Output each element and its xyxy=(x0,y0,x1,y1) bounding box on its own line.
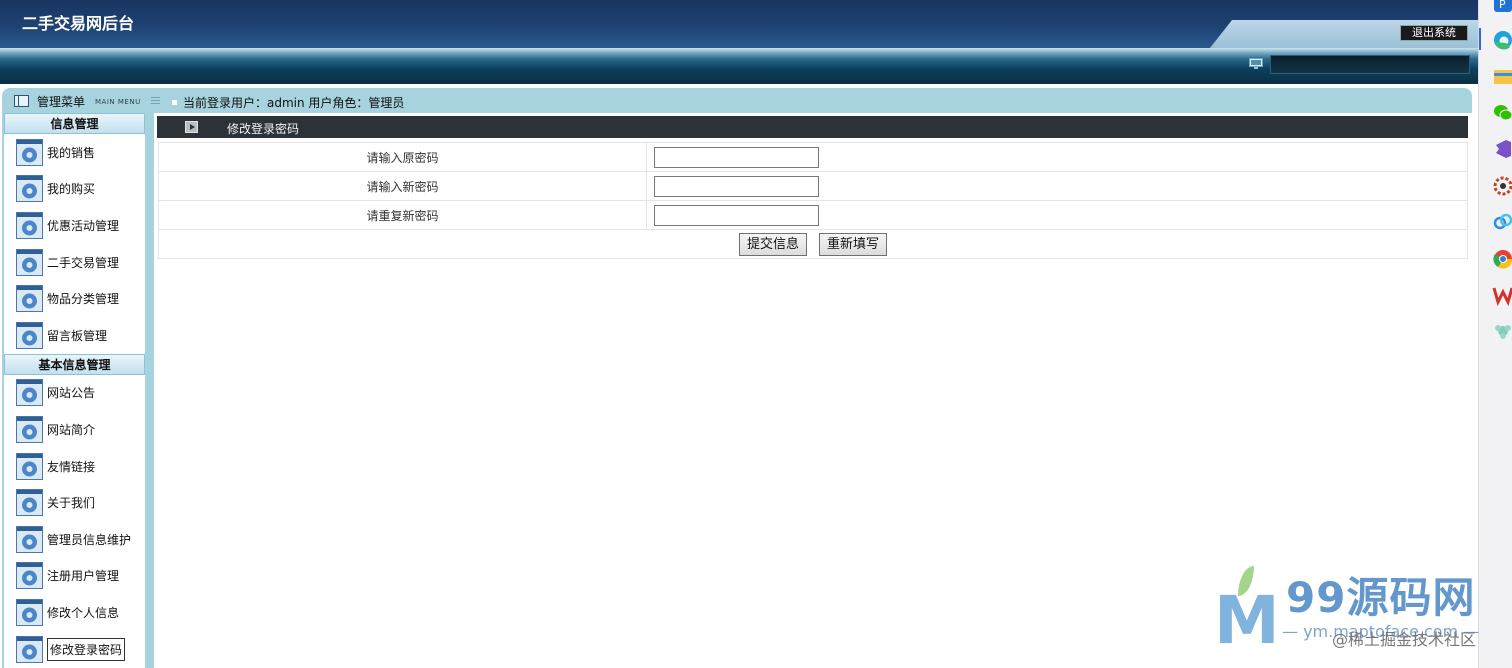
sidebar-item-about-us[interactable]: 关于我们 xyxy=(4,484,145,521)
p-app-icon[interactable]: P xyxy=(1492,0,1512,16)
panel-title: 修改登录密码 xyxy=(227,122,300,136)
repeat-password-label: 请重复新密码 xyxy=(158,200,647,230)
gear-window-icon xyxy=(16,562,43,590)
gear-window-icon xyxy=(16,285,43,313)
gear-window-icon xyxy=(16,321,43,349)
sidebar-item-change-password[interactable]: 修改登录密码 xyxy=(4,631,145,668)
gear-window-icon xyxy=(16,138,43,166)
menu-subtitle: MAIN MENU xyxy=(95,98,141,106)
menu-lines-icon xyxy=(150,96,160,106)
sidebar-item-label: 修改个人信息 xyxy=(47,605,120,620)
sidebar-item-announcements[interactable]: 网站公告 xyxy=(4,375,145,412)
user-info-text: 当前登录用户：admin 用户角色：管理员 xyxy=(183,96,405,110)
sidebar-item-label: 修改登录密码 xyxy=(47,637,126,661)
svg-text:P: P xyxy=(1499,0,1506,11)
form-row: 提交信息 重新填写 xyxy=(158,229,1468,259)
form-cell xyxy=(646,142,1468,172)
menu-window-icon xyxy=(14,95,29,107)
gear-window-icon xyxy=(16,379,43,407)
windows-taskbar: P xyxy=(1478,0,1512,668)
sidebar-section-header[interactable]: 信息管理 xyxy=(4,113,145,134)
edge-icon[interactable] xyxy=(1492,29,1512,51)
sidebar-item-label: 网站公告 xyxy=(47,386,96,401)
sidebar-item-edit-profile[interactable]: 修改个人信息 xyxy=(4,594,145,631)
new-password-input[interactable] xyxy=(654,175,819,197)
old-password-label: 请输入原密码 xyxy=(158,142,647,172)
play-icon xyxy=(185,121,198,133)
sidebar-item-label: 注册用户管理 xyxy=(47,569,120,584)
gear-window-icon xyxy=(16,175,43,203)
sidebar-item-label: 二手交易管理 xyxy=(47,255,120,270)
sidebar-item-categories[interactable]: 物品分类管理 xyxy=(4,280,145,317)
sidebar: 信息管理 我的销售 我的购买 优惠活动管理 二手交易管理 物品分类管理 留言板管… xyxy=(4,113,145,668)
sidebar-item-label: 留言板管理 xyxy=(47,328,108,343)
repeat-password-input[interactable] xyxy=(654,204,819,226)
gear-window-icon xyxy=(16,248,43,276)
file-explorer-icon[interactable] xyxy=(1492,66,1512,88)
sidebar-item-label: 我的销售 xyxy=(47,145,96,160)
settings-gear-icon[interactable] xyxy=(1492,175,1512,197)
snipaste-icon[interactable] xyxy=(1492,320,1512,342)
password-form: 请输入原密码 请输入新密码 请重复新密码 提交信息 重新填写 xyxy=(158,142,1468,259)
visual-studio-icon[interactable] xyxy=(1492,138,1512,160)
bullet-icon xyxy=(172,100,177,105)
sidebar-item-registered-users[interactable]: 注册用户管理 xyxy=(4,558,145,595)
form-row: 请重复新密码 xyxy=(158,200,1468,230)
chrome-icon[interactable] xyxy=(1492,248,1512,270)
wps-icon[interactable] xyxy=(1492,284,1512,306)
menu-header: 管理菜单 MAIN MENU xyxy=(14,94,160,109)
baidu-netdisk-icon[interactable] xyxy=(1492,211,1512,233)
sidebar-item-label: 优惠活动管理 xyxy=(47,218,120,233)
gear-window-icon xyxy=(16,415,43,443)
gear-window-icon xyxy=(16,525,43,553)
sidebar-item-my-purchases[interactable]: 我的购买 xyxy=(4,171,145,208)
form-cell xyxy=(646,200,1468,230)
menu-title: 管理菜单 xyxy=(37,94,86,109)
top-header: 二手交易网后台 xyxy=(0,0,1478,48)
sidebar-item-promotions[interactable]: 优惠活动管理 xyxy=(4,207,145,244)
sidebar-item-admin-info[interactable]: 管理员信息维护 xyxy=(4,521,145,558)
site-title: 二手交易网后台 xyxy=(22,14,135,33)
sidebar-item-site-intro[interactable]: 网站简介 xyxy=(4,411,145,448)
gear-window-icon xyxy=(16,598,43,626)
sidebar-item-label: 友情链接 xyxy=(47,459,96,474)
form-row: 请输入新密码 xyxy=(158,171,1468,201)
gear-window-icon xyxy=(16,635,43,663)
panel-header: 修改登录密码 xyxy=(157,116,1468,138)
wechat-icon[interactable] xyxy=(1492,102,1512,124)
sidebar-item-friend-links[interactable]: 友情链接 xyxy=(4,448,145,485)
sidebar-item-label: 网站简介 xyxy=(47,422,96,437)
sidebar-item-my-sales[interactable]: 我的销售 xyxy=(4,134,145,171)
sidebar-item-trades[interactable]: 二手交易管理 xyxy=(4,244,145,281)
form-row: 请输入原密码 xyxy=(158,142,1468,172)
active-app-indicator xyxy=(1479,28,1481,50)
reset-button[interactable]: 重新填写 xyxy=(819,232,888,256)
sidebar-item-message-board[interactable]: 留言板管理 xyxy=(4,317,145,354)
content-area: 修改登录密码 请输入原密码 请输入新密码 请重复新密码 提交信息 重新填写 xyxy=(154,113,1472,668)
submit-button[interactable]: 提交信息 xyxy=(738,232,807,256)
sidebar-divider xyxy=(145,113,154,668)
logout-button[interactable]: 退出系统 xyxy=(1400,25,1468,41)
new-password-label: 请输入新密码 xyxy=(158,171,647,201)
form-buttons-cell: 提交信息 重新填写 xyxy=(158,229,1468,259)
monitor-icon xyxy=(1249,58,1263,69)
form-cell xyxy=(646,171,1468,201)
sidebar-section-header[interactable]: 基本信息管理 xyxy=(4,353,145,375)
sidebar-item-label: 管理员信息维护 xyxy=(47,532,132,547)
sidebar-item-label: 关于我们 xyxy=(47,496,96,511)
gear-window-icon xyxy=(16,211,43,239)
old-password-input[interactable] xyxy=(654,146,819,168)
sidebar-item-label: 我的购买 xyxy=(47,182,96,197)
sidebar-item-label: 物品分类管理 xyxy=(47,292,120,307)
gear-window-icon xyxy=(16,489,43,517)
header-status-field xyxy=(1270,55,1470,74)
user-info-bar: 当前登录用户：admin 用户角色：管理员 xyxy=(172,94,404,111)
gear-window-icon xyxy=(16,452,43,480)
